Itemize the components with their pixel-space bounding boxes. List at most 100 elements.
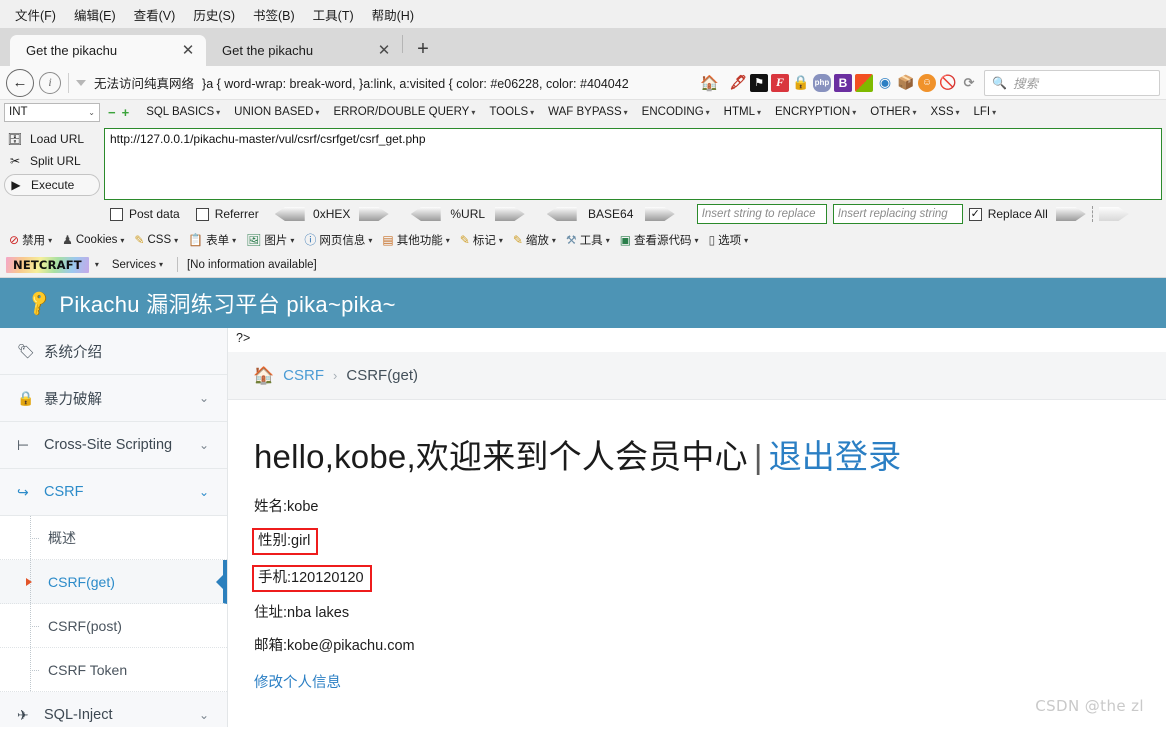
load-url-button[interactable]: 🗄 Load URL xyxy=(4,128,100,150)
lock-icon[interactable]: 🔒 xyxy=(792,74,810,92)
chevron-down-icon: ▾ xyxy=(623,108,628,117)
menu-item-tools[interactable]: 工具(T) xyxy=(304,2,363,27)
url-label: %URL xyxy=(450,207,486,221)
tab-1[interactable]: Get the pikachu ✕ xyxy=(10,35,206,66)
decrement-button[interactable]: − xyxy=(108,106,116,119)
wd-forms-menu[interactable]: 📋 表单 ▾ xyxy=(183,231,241,249)
tree-dash xyxy=(30,669,39,671)
hackbar-menu-other[interactable]: OTHER ▾ xyxy=(863,104,923,120)
wd-options-menu[interactable]: ▯ 选项 ▾ xyxy=(704,231,754,249)
hackbar-menu-waf-bypass[interactable]: WAF BYPASS ▾ xyxy=(541,104,635,120)
noscript-icon[interactable]: 🚫 xyxy=(939,74,957,92)
hackbar-url-textarea[interactable]: http://127.0.0.1/pikachu-master/vul/csrf… xyxy=(104,128,1162,200)
sidebar-item-xss[interactable]: ⊢ Cross-Site Scripting ⌄ xyxy=(0,422,227,469)
hackbar-menu-xss[interactable]: XSS ▾ xyxy=(923,104,966,120)
sidebar-item-csrf[interactable]: ↪ CSRF ⌄ xyxy=(0,469,227,516)
back-button-icon[interactable]: ← xyxy=(6,68,34,97)
address-bar-value: }a { word-wrap: break-word, }a:link, a:v… xyxy=(202,77,629,91)
menu-item-bookmarks[interactable]: 书签(B) xyxy=(244,2,304,27)
menu-item-view[interactable]: 查看(V) xyxy=(125,2,185,27)
hackbar-menu-lfi[interactable]: LFI ▾ xyxy=(967,104,1004,120)
browser-menu-bar: 文件(F) 编辑(E) 查看(V) 历史(S) 书签(B) 工具(T) 帮助(H… xyxy=(0,0,1166,28)
url-decode-arrow-icon[interactable] xyxy=(410,207,441,221)
menu-item-file[interactable]: 文件(F) xyxy=(6,2,65,27)
php-fragment-text: ?> xyxy=(236,331,251,345)
home-icon[interactable]: 🏠 xyxy=(253,366,274,386)
increment-button[interactable]: + xyxy=(122,106,130,119)
wd-images-menu[interactable]: 🖼 图片 ▾ xyxy=(241,231,299,249)
post-data-checkbox[interactable]: Post data xyxy=(110,207,180,221)
sidebar-subitem-csrf-get[interactable]: CSRF(get) xyxy=(0,560,227,604)
menu-item-history[interactable]: 历史(S) xyxy=(184,2,244,27)
bootstrap-icon[interactable]: B xyxy=(834,73,852,92)
referrer-checkbox[interactable]: Referrer xyxy=(195,207,259,221)
wd-cookies-menu[interactable]: ♟ Cookies ▾ xyxy=(57,233,129,247)
chevron-down-icon[interactable]: ▾ xyxy=(95,260,99,269)
wd-css-menu[interactable]: ✎ CSS ▾ xyxy=(129,233,183,247)
hex-label: 0xHEX xyxy=(313,207,351,221)
netcraft-logo-button[interactable]: NETCRAFT xyxy=(6,256,89,273)
reload-icon[interactable]: ⟳ xyxy=(960,74,978,92)
hackbar-type-select[interactable]: INT ⌄ xyxy=(4,102,100,122)
php-icon[interactable]: php xyxy=(813,73,831,92)
base64-decode-arrow-icon[interactable] xyxy=(546,207,577,221)
url-encode-arrow-icon[interactable] xyxy=(494,207,525,221)
jquery-icon[interactable]: ◉ xyxy=(876,74,894,92)
menu-item-help[interactable]: 帮助(H) xyxy=(363,2,423,27)
tab-1-close-icon[interactable]: ✕ xyxy=(178,41,198,61)
replace-from-input[interactable]: Insert string to replace xyxy=(696,204,827,224)
feather-icon[interactable]: 🖋 xyxy=(729,74,747,92)
fireshot-icon[interactable]: F xyxy=(771,73,789,92)
netcraft-services-menu[interactable]: Services ▾ xyxy=(107,258,168,272)
flag-icon[interactable]: ⚑ xyxy=(750,73,768,92)
hackbar-menu-error-query[interactable]: ERROR/DOUBLE QUERY ▾ xyxy=(326,104,482,120)
tab-2[interactable]: Get the pikachu ✕ xyxy=(206,35,402,66)
logout-link[interactable]: 退出登录 xyxy=(769,438,902,475)
hex-encode-arrow-icon[interactable] xyxy=(358,207,389,221)
label: 选项 xyxy=(718,235,742,247)
wd-pageinfo-menu[interactable]: ⓘ 网页信息 ▾ xyxy=(299,231,377,249)
hex-decode-arrow-icon[interactable] xyxy=(274,207,305,221)
replace-apply-arrow-icon[interactable] xyxy=(1055,207,1086,221)
encoder-url-group: %URL xyxy=(410,207,525,221)
wd-viewsource-menu[interactable]: ▣ 查看源代码 ▾ xyxy=(615,231,704,249)
base64-encode-arrow-icon[interactable] xyxy=(644,207,675,221)
sidebar-subitem-overview[interactable]: 概述 xyxy=(0,516,227,560)
chevron-down-icon: ⌄ xyxy=(198,708,209,722)
smiley-icon[interactable]: ☺ xyxy=(918,73,936,92)
replace-to-input[interactable]: Insert replacing string xyxy=(832,204,963,224)
replace-all-checkbox[interactable]: ✓ Replace All xyxy=(968,207,1048,221)
tab-2-close-icon[interactable]: ✕ xyxy=(374,41,394,61)
page-info-icon[interactable]: i xyxy=(39,71,61,94)
search-bar[interactable]: 🔍 搜索 xyxy=(984,69,1160,96)
sidebar-item-intro[interactable]: 🏷 系统介绍 xyxy=(0,328,227,375)
sidebar-subitem-csrf-post[interactable]: CSRF(post) xyxy=(0,604,227,648)
hackbar-menu-tools[interactable]: TOOLS ▾ xyxy=(482,104,541,120)
windows-icon[interactable] xyxy=(855,73,873,92)
sidebar-subitem-csrf-token[interactable]: CSRF Token xyxy=(0,648,227,692)
pikachu-body: 🏷 系统介绍 🔒 暴力破解 ⌄ ⊢ Cross-Site Scripting ⌄… xyxy=(0,328,1166,727)
breadcrumb-link-csrf[interactable]: CSRF xyxy=(283,367,324,384)
edit-profile-link[interactable]: 修改个人信息 xyxy=(254,671,341,692)
chevron-down-icon[interactable] xyxy=(76,79,86,86)
menu-item-edit[interactable]: 编辑(E) xyxy=(65,2,125,27)
home-icon[interactable]: 🏠 xyxy=(700,74,719,92)
replace-extra-arrow-icon[interactable] xyxy=(1098,207,1129,221)
split-url-button[interactable]: ✂ Split URL xyxy=(4,150,100,172)
wd-tools-menu[interactable]: ⚒ 工具 ▾ xyxy=(561,231,615,249)
sidebar-item-brute-force[interactable]: 🔒 暴力破解 ⌄ xyxy=(0,375,227,422)
wd-outline-menu[interactable]: ✎ 标记 ▾ xyxy=(455,231,508,249)
hackbar-menu-sql-basics[interactable]: SQL BASICS ▾ xyxy=(139,104,227,120)
wd-resize-menu[interactable]: ✎ 缩放 ▾ xyxy=(508,231,561,249)
hackbar-menu-encryption[interactable]: ENCRYPTION ▾ xyxy=(768,104,863,120)
wd-misc-menu[interactable]: ▤ 其他功能 ▾ xyxy=(377,231,454,249)
hackbar-menu-encoding[interactable]: ENCODING ▾ xyxy=(635,104,717,120)
wd-disable-menu[interactable]: ⊘ 禁用 ▾ xyxy=(4,231,57,249)
hackbar-menu-html[interactable]: HTML ▾ xyxy=(717,104,768,120)
sidebar-item-sql-inject[interactable]: ✈ SQL-Inject ⌄ xyxy=(0,692,227,734)
address-bar-input[interactable]: 无法访问纯真网络}a { word-wrap: break-word, }a:l… xyxy=(94,73,696,92)
box-icon[interactable]: 📦 xyxy=(897,74,915,92)
execute-button[interactable]: ▶ Execute xyxy=(4,174,100,196)
hackbar-menu-union-based[interactable]: UNION BASED ▾ xyxy=(227,104,326,120)
new-tab-button[interactable]: + xyxy=(409,35,437,63)
